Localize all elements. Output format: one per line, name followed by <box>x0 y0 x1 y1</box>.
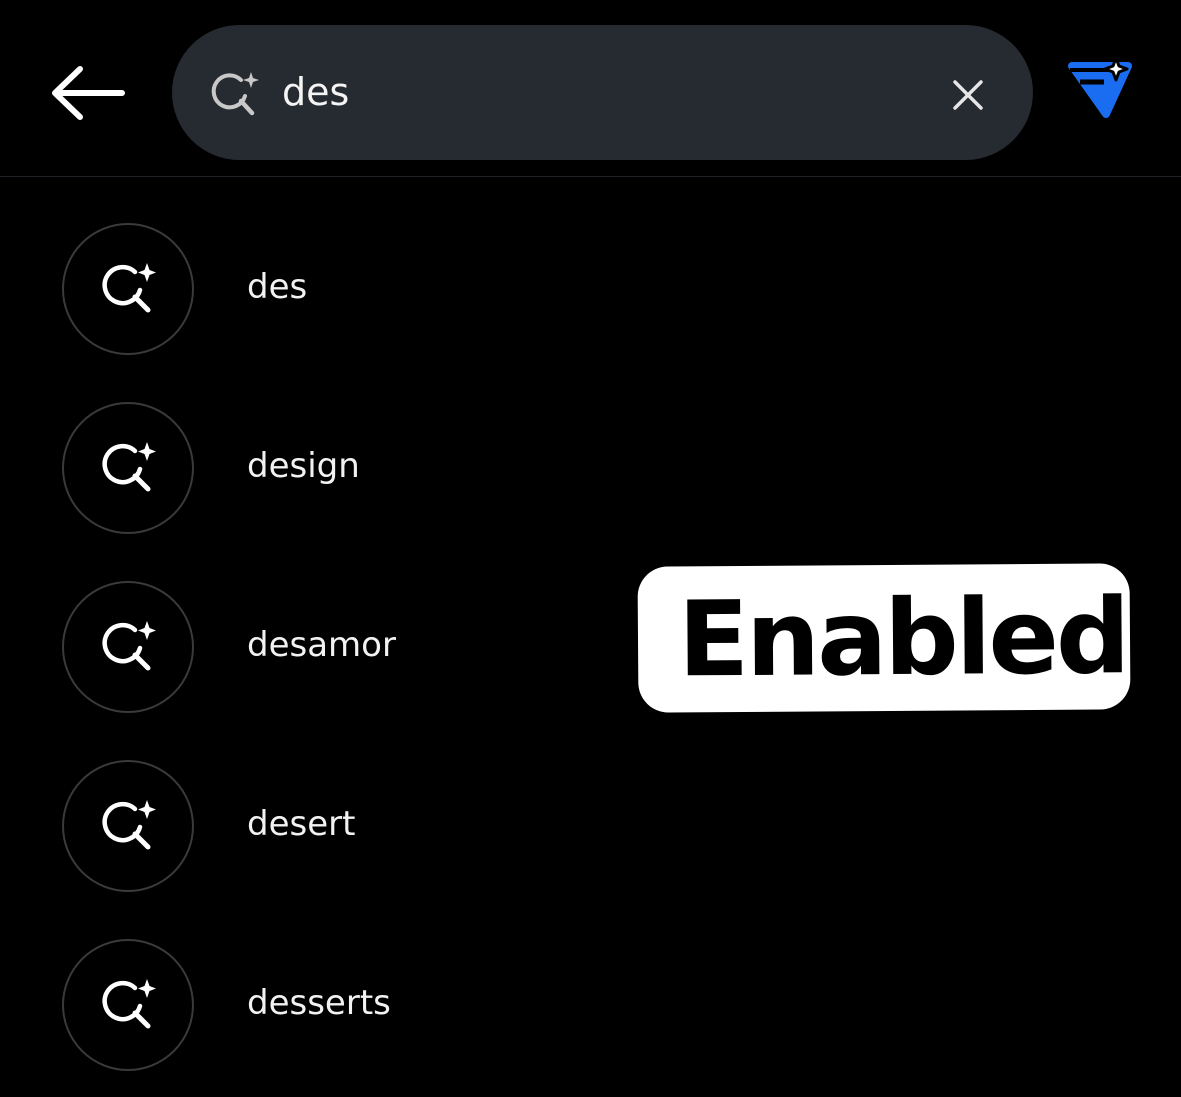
top-bar <box>0 0 1181 176</box>
suggestion-label: des <box>247 267 308 307</box>
suggestion-icon-circle <box>62 760 194 892</box>
suggestion-item[interactable]: design <box>0 402 1181 552</box>
enabled-badge: Enabled <box>637 563 1131 713</box>
search-bar[interactable] <box>172 25 1033 160</box>
suggestion-label: desserts <box>247 983 391 1023</box>
suggestion-label: desamor <box>247 625 396 665</box>
suggestion-icon-circle <box>62 402 194 534</box>
arrow-left-icon <box>52 66 125 120</box>
header-divider <box>0 176 1181 177</box>
search-input[interactable] <box>282 61 922 123</box>
suggestion-label: desert <box>247 804 356 844</box>
ai-search-icon <box>102 263 156 313</box>
suggestion-icon-circle <box>62 581 194 713</box>
ai-sparkle-shield-icon <box>1068 56 1132 118</box>
ai-search-icon <box>102 442 156 492</box>
back-button[interactable] <box>44 60 128 126</box>
suggestion-item[interactable]: desert <box>0 760 1181 910</box>
suggestion-label: design <box>247 446 360 486</box>
clear-search-button[interactable] <box>946 73 990 117</box>
ai-search-icon <box>102 621 156 671</box>
ai-search-icon <box>102 800 156 850</box>
ai-search-icon <box>102 979 156 1029</box>
close-icon <box>953 80 983 110</box>
suggestion-item[interactable]: des <box>0 223 1181 373</box>
enabled-badge-text: Enabled <box>677 575 1128 701</box>
suggestion-item[interactable]: desserts <box>0 939 1181 1089</box>
ai-assistant-button[interactable] <box>1066 56 1138 122</box>
suggestion-icon-circle <box>62 939 194 1071</box>
ai-search-icon <box>211 72 259 116</box>
suggestion-icon-circle <box>62 223 194 355</box>
